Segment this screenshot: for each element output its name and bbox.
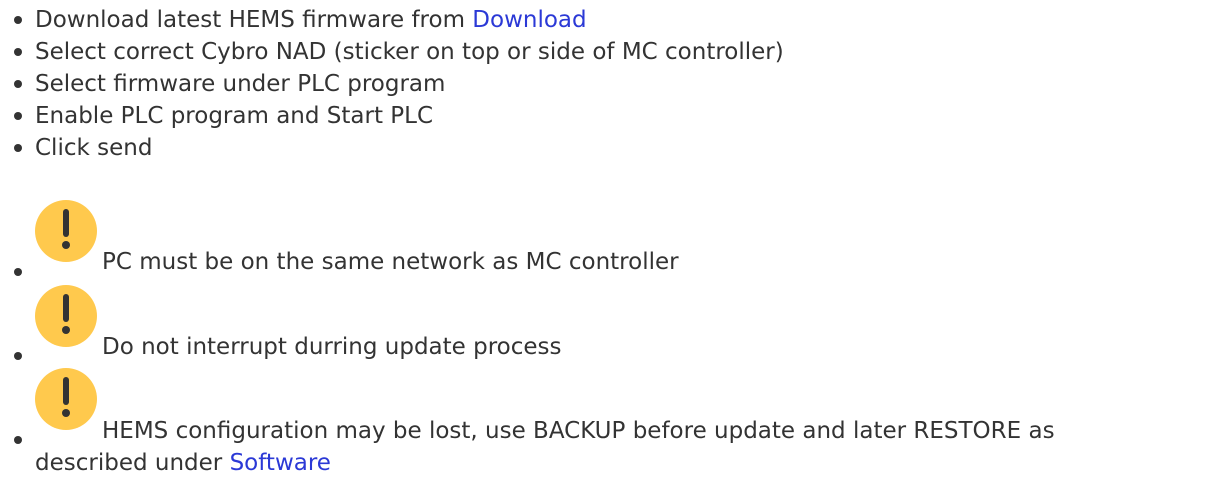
- instruction-list: Download latest HEMS firmware from Downl…: [0, 0, 1217, 477]
- exclamation-icon: [35, 285, 97, 347]
- note-same-network: PC must be on the same network as MC con…: [102, 247, 679, 277]
- bullet-marker: [14, 16, 22, 24]
- note-text: Do not interrupt durring update process: [102, 334, 562, 360]
- list-item-text: Download latest HEMS firmware from: [35, 7, 473, 33]
- bullet-marker: [14, 268, 22, 276]
- list-item-download: Download latest HEMS firmware from Downl…: [35, 5, 587, 35]
- download-link[interactable]: Download: [472, 7, 586, 33]
- software-link[interactable]: Software: [230, 450, 331, 476]
- list-item-select-firmware: Select firmware under PLC program: [35, 69, 445, 99]
- list-item-text: Enable PLC program and Start PLC: [35, 103, 434, 129]
- list-item-enable-plc: Enable PLC program and Start PLC: [35, 101, 433, 131]
- exclamation-icon: [35, 200, 97, 262]
- note-do-not-interrupt: Do not interrupt durring update process: [102, 332, 562, 362]
- bullet-marker: [14, 436, 22, 444]
- exclamation-icon: [35, 368, 97, 430]
- list-item-text: Select correct Cybro NAD (sticker on top…: [35, 39, 784, 65]
- note-text: described under: [35, 450, 230, 476]
- bullet-marker: [14, 112, 22, 120]
- bullet-marker: [14, 48, 22, 56]
- note-config-lost-continued: described under Software: [35, 448, 331, 478]
- list-item-select-nad: Select correct Cybro NAD (sticker on top…: [35, 37, 784, 67]
- note-text: HEMS configuration may be lost, use BACK…: [102, 418, 1055, 444]
- bullet-marker: [14, 352, 22, 360]
- bullet-marker: [14, 144, 22, 152]
- note-text: PC must be on the same network as MC con…: [102, 249, 679, 275]
- bullet-marker: [14, 80, 22, 88]
- note-config-lost: HEMS configuration may be lost, use BACK…: [102, 416, 1055, 446]
- list-item-text: Select firmware under PLC program: [35, 71, 446, 97]
- list-item-text: Click send: [35, 135, 153, 161]
- list-item-click-send: Click send: [35, 133, 152, 163]
